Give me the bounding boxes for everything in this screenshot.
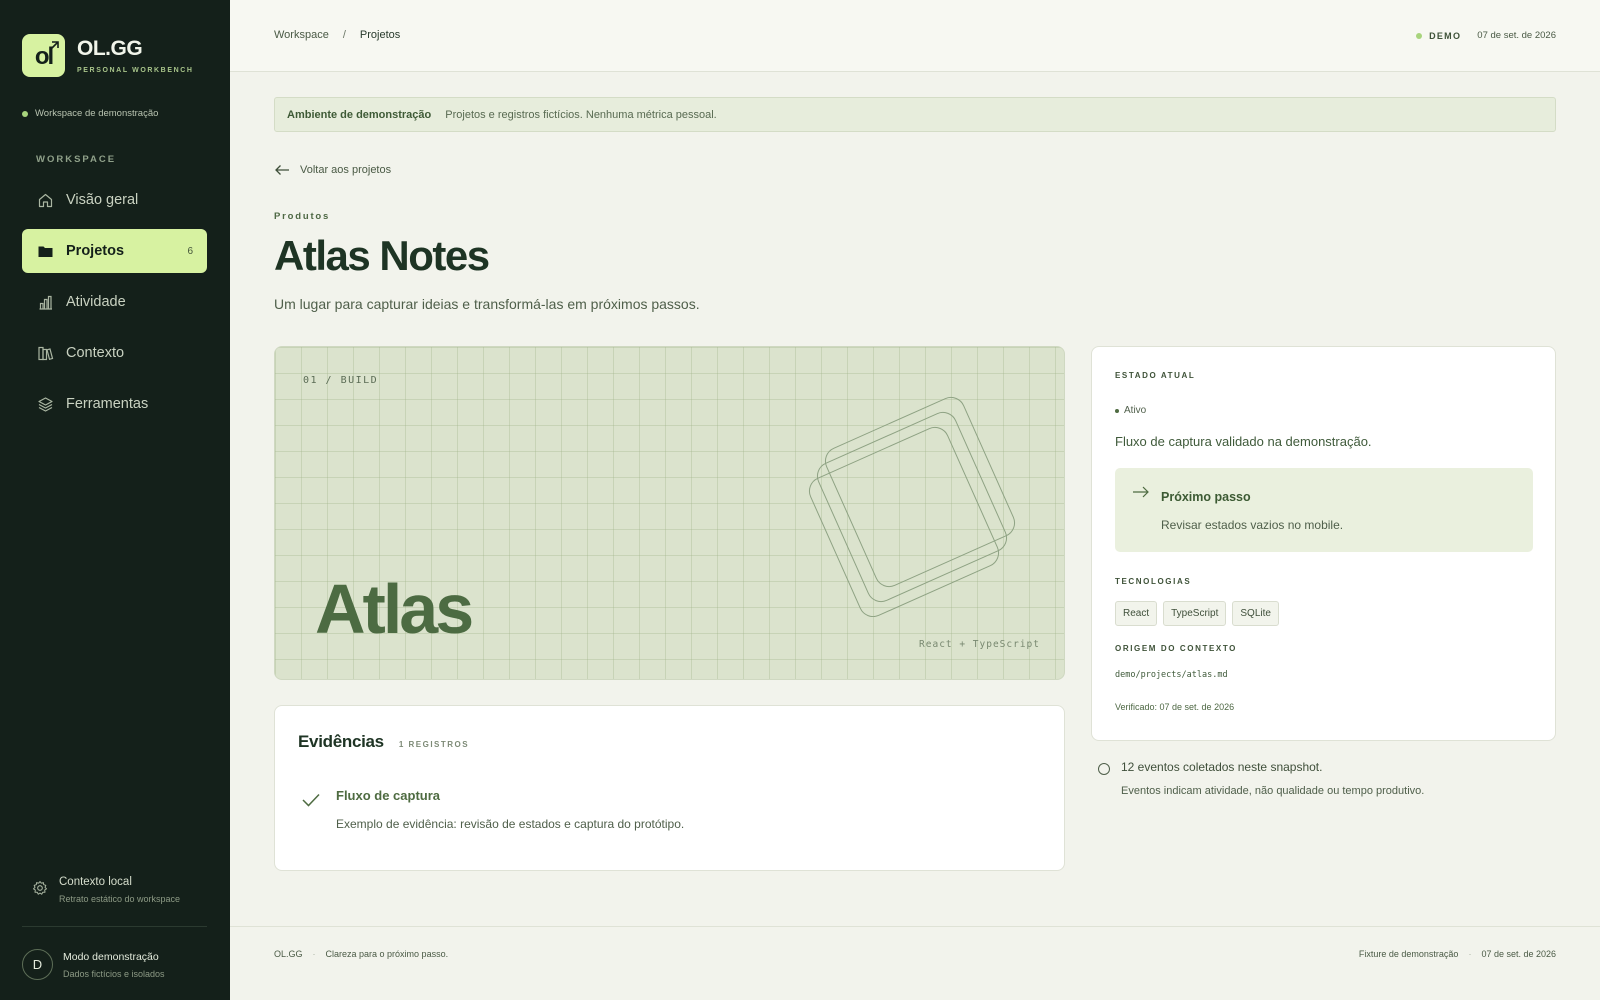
hero-layers-illustration: [808, 396, 1016, 617]
hero-stack: React + TypeScript: [919, 639, 1040, 650]
gear-icon: [32, 880, 48, 901]
evidence-item-title: Fluxo de captura: [336, 788, 441, 803]
sidebar-nav: Visão geral Projetos 6 Atividade Context…: [22, 178, 207, 433]
footer-date: 07 de set. de 2026: [1481, 949, 1556, 959]
sidebar: ol OL.GG PERSONAL WORKBENCH Workspace de…: [0, 0, 230, 1000]
workspace-status: Workspace de demonstração: [22, 108, 158, 119]
demo-badge: DEMO: [1416, 31, 1461, 41]
breadcrumb-workspace[interactable]: Workspace: [274, 29, 329, 41]
origin-label: ORIGEM DO CONTEXTO: [1115, 644, 1237, 653]
origin-path: demo/projects/atlas.md: [1115, 670, 1228, 680]
project-hero-card: 01 / BUILD Atlas React + TypeScript: [274, 346, 1065, 680]
workspace-status-label: Workspace de demonstração: [35, 108, 159, 119]
local-context-subtitle: Retrato estático do workspace: [59, 894, 181, 904]
sidebar-item-atividade[interactable]: Atividade: [22, 280, 207, 324]
evidence-title: Evidências: [298, 732, 384, 751]
status-dot-icon: [1115, 408, 1119, 413]
status-text: Ativo: [1124, 405, 1147, 416]
next-step-text: Revisar estados vazios no mobile.: [1161, 518, 1344, 532]
events-note-text: Eventos indicam atividade, não qualidade…: [1121, 785, 1425, 797]
sidebar-item-label: Ferramentas: [66, 396, 149, 412]
topbar-meta: DEMO 07 de set. de 2026: [1416, 30, 1556, 41]
books-icon: [36, 344, 54, 362]
technology-tags: React TypeScript SQLite: [1115, 601, 1285, 626]
layers-icon: [36, 395, 54, 413]
sidebar-item-count: 6: [187, 245, 193, 257]
breadcrumb-separator: /: [342, 29, 346, 41]
evidence-count: 1 REGISTROS: [398, 740, 470, 749]
avatar: D: [22, 949, 53, 980]
hero-word: Atlas: [315, 570, 474, 648]
sidebar-item-contexto[interactable]: Contexto: [22, 331, 207, 375]
project-state-card: ESTADO ATUAL Ativo Fluxo de captura vali…: [1091, 346, 1556, 741]
arrow-right-icon: [1133, 486, 1149, 498]
evidence-card: Evidências 1 REGISTROS Fluxo de captura …: [274, 705, 1065, 871]
next-step-title: Próximo passo: [1161, 490, 1251, 504]
status-badge: Ativo: [1115, 405, 1146, 416]
evidence-item-text: Exemplo de evidência: revisão de estados…: [336, 817, 685, 831]
local-context-title: Contexto local: [59, 876, 132, 888]
check-icon: [302, 793, 320, 807]
footer-brand: OL.GG: [274, 949, 303, 959]
hero-step: 01 / BUILD: [303, 375, 379, 386]
evidence-item: Fluxo de captura Exemplo de evidência: r…: [301, 788, 684, 831]
local-context[interactable]: Contexto local Retrato estático do works…: [32, 876, 180, 904]
tech-tag: React: [1115, 601, 1158, 626]
breadcrumb-projetos: Projetos: [359, 29, 401, 41]
circle-icon: [1098, 763, 1110, 775]
user-mode-subtitle: Dados fictícios e isolados: [63, 968, 165, 979]
brand-subtitle: PERSONAL WORKBENCH: [77, 67, 194, 74]
sidebar-item-label: Visão geral: [66, 192, 139, 208]
tech-tag: TypeScript: [1163, 601, 1227, 626]
folder-icon: [36, 242, 54, 260]
sidebar-divider: [22, 926, 207, 927]
home-icon: [36, 191, 54, 209]
arrow-up-right-icon: [49, 41, 59, 51]
events-note: 12 eventos coletados neste snapshot. Eve…: [1097, 760, 1424, 797]
breadcrumb: Workspace / Projetos: [274, 29, 400, 41]
status-dot-icon: [1416, 32, 1423, 39]
footer: OL.GG · Clareza para o próximo passo. Fi…: [230, 926, 1600, 1000]
demo-badge-label: DEMO: [1429, 30, 1462, 41]
state-label: ESTADO ATUAL: [1115, 371, 1196, 380]
state-summary: Fluxo de captura validado na demonstraçã…: [1115, 434, 1372, 449]
brand-logo[interactable]: ol OL.GG PERSONAL WORKBENCH: [22, 34, 194, 77]
project-description: Um lugar para capturar ideias e transfor…: [274, 296, 700, 312]
logo-mark: ol: [22, 34, 65, 77]
topbar: Workspace / Projetos DEMO 07 de set. de …: [230, 0, 1600, 72]
sidebar-item-label: Atividade: [66, 294, 126, 310]
tech-tag: SQLite: [1232, 601, 1279, 626]
sidebar-item-label: Contexto: [66, 345, 125, 361]
demo-banner: Ambiente de demonstração Projetos e regi…: [274, 97, 1556, 132]
footer-fixture: Fixture de demonstração: [1358, 949, 1459, 959]
nav-section-label: WORKSPACE: [36, 154, 117, 165]
back-to-projects-link[interactable]: Voltar aos projetos: [274, 164, 391, 176]
arrow-left-icon: [275, 165, 289, 175]
sidebar-item-projetos[interactable]: Projetos 6: [22, 229, 207, 273]
footer-tagline: Clareza para o próximo passo.: [325, 949, 449, 959]
footer-separator: ·: [1468, 949, 1472, 959]
banner-title: Ambiente de demonstração: [287, 108, 432, 121]
sidebar-item-ferramentas[interactable]: Ferramentas: [22, 382, 207, 426]
sidebar-item-visao-geral[interactable]: Visão geral: [22, 178, 207, 222]
back-label: Voltar aos projetos: [300, 164, 392, 176]
status-dot-icon: [22, 110, 28, 117]
next-step-box: Próximo passo Revisar estados vazios no …: [1115, 468, 1533, 552]
brand-name: OL.GG: [77, 37, 143, 60]
topbar-date: 07 de set. de 2026: [1477, 30, 1556, 41]
technologies-label: TECNOLOGIAS: [1115, 577, 1192, 586]
page-title: Atlas Notes: [274, 232, 490, 279]
demo-user[interactable]: D Modo demonstração Dados fictícios e is…: [22, 949, 165, 980]
sidebar-item-label: Projetos: [66, 243, 125, 259]
events-title: 12 eventos coletados neste snapshot.: [1121, 760, 1323, 774]
bar-chart-icon: [36, 293, 54, 311]
verified-date: Verificado: 07 de set. de 2026: [1115, 702, 1235, 712]
project-category: Produtos: [274, 211, 331, 222]
user-mode-title: Modo demonstração: [63, 950, 159, 963]
footer-separator: ·: [312, 949, 316, 959]
banner-text: Projetos e registros fictícios. Nenhuma …: [445, 108, 717, 121]
